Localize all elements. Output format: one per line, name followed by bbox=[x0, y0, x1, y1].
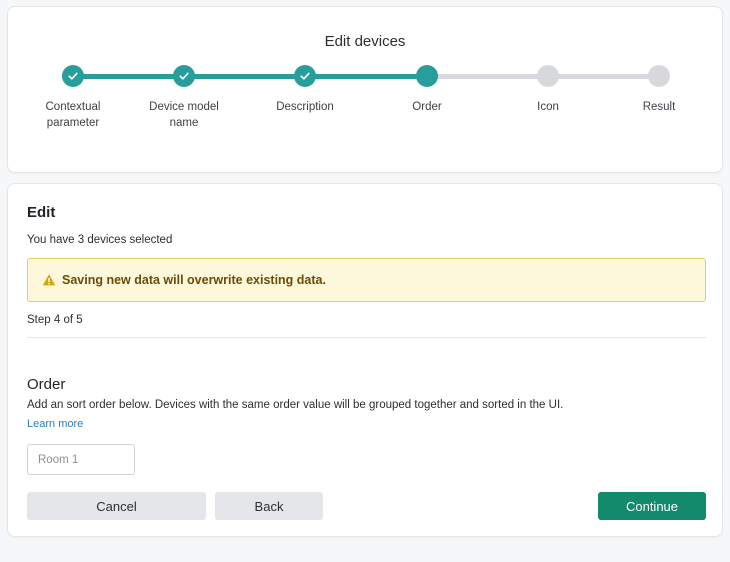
step-6-dot bbox=[648, 65, 670, 87]
check-icon bbox=[299, 70, 311, 82]
warning-text: Saving new data will overwrite existing … bbox=[62, 273, 326, 287]
step-3-dot[interactable] bbox=[294, 65, 316, 87]
step-label-icon: Icon bbox=[537, 101, 559, 113]
step-label-result: Result bbox=[642, 101, 676, 113]
progress-track-done bbox=[73, 74, 427, 79]
back-button[interactable]: Back bbox=[215, 492, 323, 520]
wizard-title: Edit devices bbox=[324, 33, 406, 50]
step-label-order: Order bbox=[412, 101, 442, 113]
wizard-stepper-card: Edit devices Contextual parameter Device… bbox=[7, 6, 723, 173]
step-label-contextual-parameter: Contextual parameter bbox=[45, 101, 101, 129]
warning-icon bbox=[42, 273, 56, 287]
step-label-description: Description bbox=[276, 101, 334, 113]
cancel-button[interactable]: Cancel bbox=[27, 492, 206, 520]
step-label-device-model-name: Device model name bbox=[149, 101, 219, 129]
step-4-dot-current[interactable] bbox=[416, 65, 438, 87]
step-5-dot bbox=[537, 65, 559, 87]
divider bbox=[27, 337, 706, 338]
edit-heading: Edit bbox=[27, 204, 56, 221]
step-1-dot[interactable] bbox=[62, 65, 84, 87]
step-2-dot[interactable] bbox=[173, 65, 195, 87]
edit-card: Edit You have 3 devices selected Saving … bbox=[7, 183, 723, 537]
check-icon bbox=[178, 70, 190, 82]
warning-banner: Saving new data will overwrite existing … bbox=[27, 258, 706, 302]
selected-devices-text: You have 3 devices selected bbox=[27, 234, 173, 246]
order-input[interactable] bbox=[27, 444, 135, 475]
check-icon bbox=[67, 70, 79, 82]
order-heading: Order bbox=[27, 376, 66, 393]
continue-button[interactable]: Continue bbox=[598, 492, 706, 520]
learn-more-link[interactable]: Learn more bbox=[27, 418, 83, 430]
order-description: Add an sort order below. Devices with th… bbox=[27, 399, 564, 411]
step-counter: Step 4 of 5 bbox=[27, 314, 83, 326]
